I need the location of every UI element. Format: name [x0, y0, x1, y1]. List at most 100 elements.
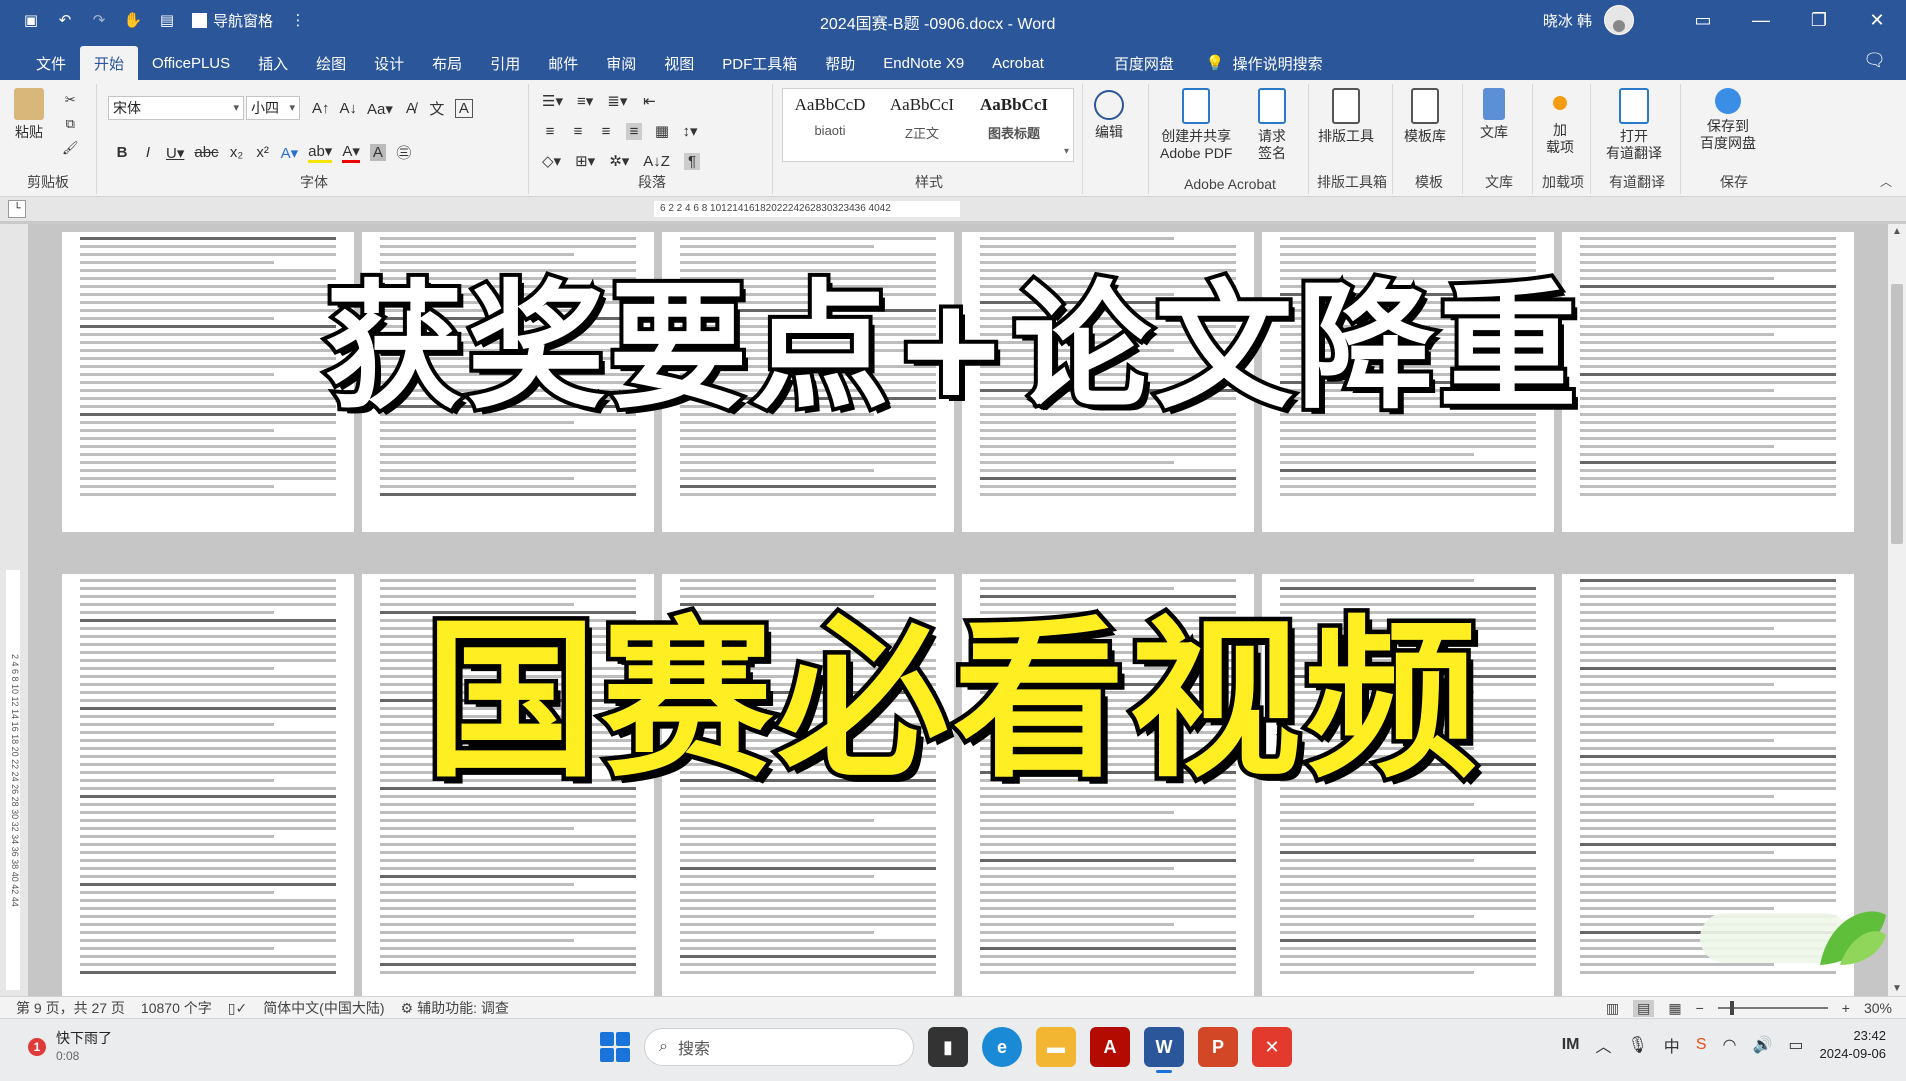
request-signature-button[interactable]: 请求 签名 — [1258, 88, 1286, 162]
redo-icon[interactable]: ↷ — [90, 11, 108, 29]
acrobat-app-icon[interactable]: A — [1090, 1027, 1130, 1067]
italic-icon[interactable]: I — [140, 144, 156, 161]
superscript-icon[interactable]: x² — [255, 144, 271, 161]
minimize-button[interactable]: — — [1732, 0, 1790, 40]
line-spacing-icon[interactable]: ↕▾ — [682, 122, 698, 140]
layout-tool-button[interactable]: 排版工具 — [1318, 88, 1374, 145]
print-preview-icon[interactable]: ▤ — [158, 11, 176, 29]
zoom-knob[interactable] — [1729, 1001, 1734, 1015]
microphone-icon[interactable]: 🎙 — [1627, 1035, 1647, 1055]
tab-baidu-netdisk[interactable]: 百度网盘 — [1100, 46, 1188, 80]
paste-button[interactable]: 粘贴 — [14, 88, 44, 141]
style-item-chart-title[interactable]: AaBbCcI 图表标题 — [969, 95, 1059, 142]
library-button[interactable]: 文库 — [1480, 88, 1508, 141]
format-painter-icon[interactable]: 🖌 — [62, 140, 79, 156]
x-app-icon[interactable]: ✕ — [1252, 1027, 1292, 1067]
page-count[interactable]: 第 9 页，共 27 页 — [16, 998, 125, 1018]
tab-view[interactable]: 视图 — [650, 46, 708, 80]
style-item-zhengwen[interactable]: AaBbCcI Z正文 — [877, 95, 967, 142]
youdao-translate-button[interactable]: 打开 有道翻译 — [1606, 88, 1662, 162]
im-app-icon[interactable]: IM — [1562, 1036, 1580, 1054]
zoom-in-icon[interactable]: + — [1842, 1000, 1850, 1016]
tab-draw[interactable]: 绘图 — [302, 46, 360, 80]
volume-icon[interactable]: 🔊 — [1752, 1035, 1772, 1055]
avatar[interactable] — [1604, 5, 1634, 35]
undo-icon[interactable]: ↶ — [56, 11, 74, 29]
numbering-icon[interactable]: ≡▾ — [577, 92, 593, 110]
print-layout-icon[interactable]: ▤ — [1633, 999, 1655, 1017]
edge-browser-icon[interactable]: e — [982, 1027, 1022, 1067]
sogou-icon[interactable]: S — [1696, 1036, 1707, 1054]
weather-widget[interactable]: 1 快下雨了 0:08 — [28, 1029, 112, 1065]
scroll-down-icon[interactable]: ▼ — [1888, 983, 1906, 994]
save-icon[interactable]: ▣ — [22, 11, 40, 29]
copy-icon[interactable]: ⧉ — [62, 116, 78, 132]
clear-format-icon[interactable]: A̸ — [403, 100, 419, 117]
styles-scroll-icon[interactable]: ▾ — [1064, 146, 1069, 157]
multilevel-icon[interactable]: ≣▾ — [607, 92, 627, 110]
nav-pane-checkbox[interactable]: 导航窗格 — [192, 10, 273, 31]
align-center-icon[interactable]: ≡ — [570, 123, 586, 140]
save-to-baidu-button[interactable]: 保存到 百度网盘 — [1700, 88, 1756, 152]
change-case-icon[interactable]: Aa▾ — [367, 100, 393, 118]
enclose-char-icon[interactable]: ㊂ — [396, 142, 412, 163]
collapse-ribbon-icon[interactable]: ︿ — [1880, 173, 1892, 190]
word-app-icon[interactable]: W — [1144, 1027, 1184, 1073]
word-count[interactable]: 10870 个字 — [141, 998, 212, 1018]
tab-officeplus[interactable]: OfficePLUS — [138, 46, 244, 80]
create-share-pdf-button[interactable]: 创建并共享 Adobe PDF — [1160, 88, 1232, 162]
cut-icon[interactable]: ✂ — [62, 92, 78, 108]
decrease-indent-icon[interactable]: ⇤ — [641, 92, 657, 110]
tab-endnote[interactable]: EndNote X9 — [869, 46, 978, 80]
battery-icon[interactable]: ▭ — [1788, 1035, 1803, 1055]
font-name-select[interactable]: 宋体 — [108, 96, 244, 120]
addin-button[interactable]: 加 载项 — [1546, 88, 1574, 156]
bullets-icon[interactable]: ☰▾ — [542, 92, 563, 110]
tab-acrobat[interactable]: Acrobat — [978, 46, 1058, 80]
highlight-icon[interactable]: ab▾ — [308, 142, 333, 163]
tab-insert[interactable]: 插入 — [244, 46, 302, 80]
accessibility-icon[interactable]: ⚙ — [401, 1000, 414, 1017]
tab-layout[interactable]: 布局 — [418, 46, 476, 80]
tab-home[interactable]: 开始 — [80, 46, 139, 80]
tab-review[interactable]: 审阅 — [592, 46, 650, 80]
tab-mailings[interactable]: 邮件 — [534, 46, 592, 80]
font-color-icon[interactable]: A▾ — [342, 142, 360, 163]
horizontal-ruler[interactable]: 6 2 2 4 6 8 1012141618202224262830323436… — [654, 201, 960, 217]
sort-icon[interactable]: A↓Z — [643, 153, 670, 170]
tab-pdf-toolbox[interactable]: PDF工具箱 — [708, 46, 811, 80]
proofing-icon[interactable]: ▯✓ — [228, 1000, 247, 1017]
clock[interactable]: 23:42 2024-09-06 — [1820, 1027, 1887, 1063]
customize-toolbar-icon[interactable]: ⋮ — [289, 11, 307, 29]
accessibility-status[interactable]: 辅助功能: 调查 — [417, 998, 509, 1018]
tab-file[interactable]: 文件 — [22, 46, 80, 80]
font-size-select[interactable]: 小四 — [246, 96, 300, 120]
read-mode-icon[interactable]: ▥ — [1606, 1000, 1619, 1017]
ribbon-display-icon[interactable]: ▭ — [1674, 0, 1732, 40]
asian-layout-icon[interactable]: ✲▾ — [609, 152, 629, 170]
tab-references[interactable]: 引用 — [476, 46, 534, 80]
touch-mode-icon[interactable]: ✋ — [124, 11, 143, 29]
style-item-biaoti[interactable]: AaBbCcD biaoti — [785, 95, 875, 138]
char-shading-icon[interactable]: A — [369, 144, 386, 161]
shading-icon[interactable]: ◇▾ — [542, 152, 561, 170]
show-marks-icon[interactable]: ¶ — [683, 152, 700, 170]
powerpoint-app-icon[interactable]: P — [1198, 1027, 1238, 1067]
task-view-icon[interactable]: ▮ — [928, 1027, 968, 1067]
windows-start-icon[interactable] — [600, 1032, 630, 1062]
tray-expand-icon[interactable]: ︿ — [1595, 1033, 1611, 1057]
underline-icon[interactable]: U▾ — [166, 144, 184, 162]
distributed-icon[interactable]: ▦ — [654, 122, 670, 140]
user-name[interactable]: 晓冰 韩 — [1543, 10, 1592, 31]
phonetic-guide-icon[interactable]: 文 — [429, 98, 445, 119]
grow-font-icon[interactable]: A↑ — [312, 100, 330, 117]
comments-icon[interactable]: 🗨 — [1863, 50, 1886, 71]
strikethrough-icon[interactable]: abc — [194, 144, 218, 161]
zoom-out-icon[interactable]: − — [1696, 1000, 1704, 1016]
zoom-level[interactable]: 30% — [1864, 1000, 1892, 1016]
shrink-font-icon[interactable]: A↓ — [340, 100, 358, 117]
tab-help[interactable]: 帮助 — [811, 46, 869, 80]
close-button[interactable]: ✕ — [1848, 0, 1906, 40]
subscript-icon[interactable]: x₂ — [229, 144, 245, 161]
wifi-icon[interactable]: ◠ — [1722, 1035, 1736, 1055]
